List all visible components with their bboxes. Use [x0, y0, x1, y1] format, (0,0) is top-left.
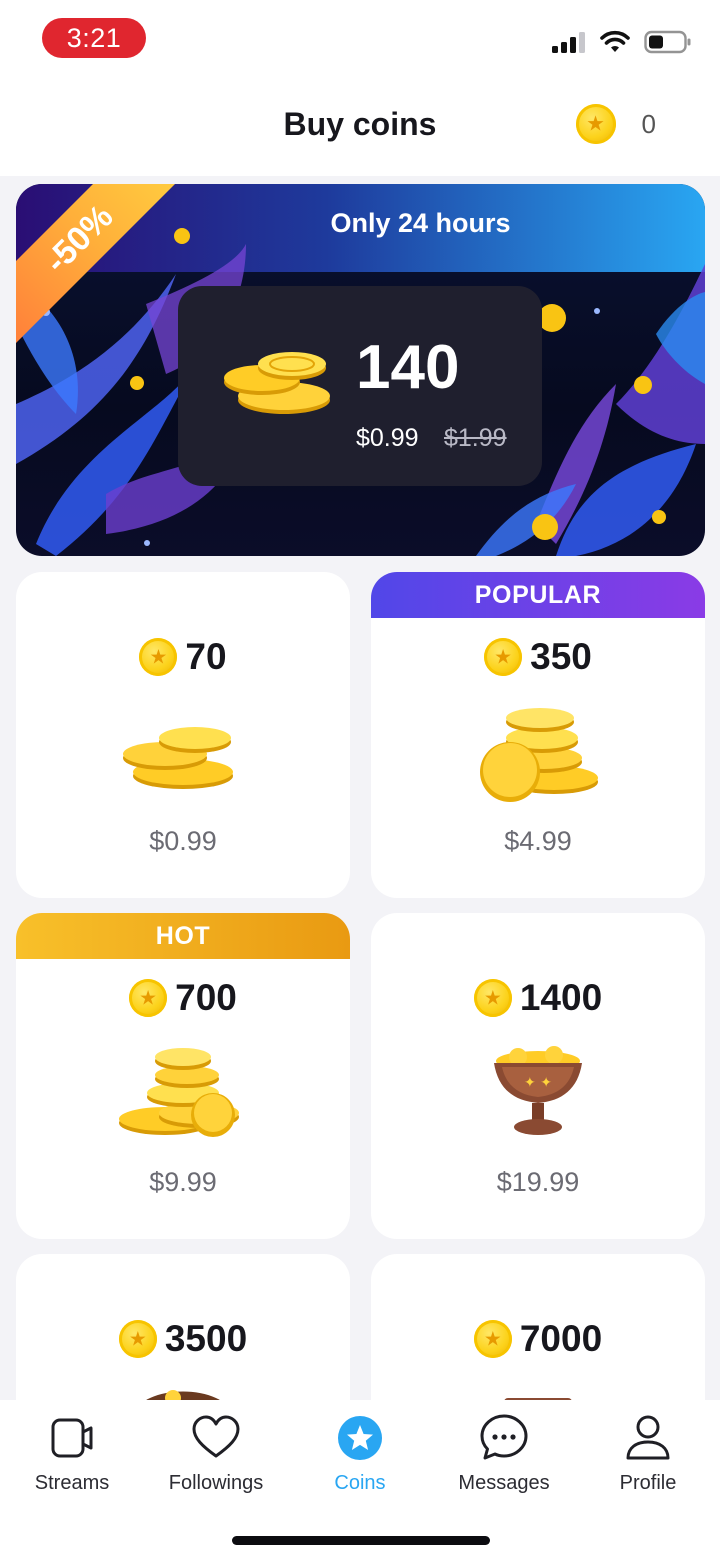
coin-chalice-icon: ✦ ✦	[494, 1046, 582, 1135]
coin-icon	[473, 1320, 512, 1358]
coin-icon	[139, 638, 178, 676]
tab-label: Messages	[458, 1472, 550, 1494]
package-amount: 700	[175, 977, 237, 1018]
coin-package-700[interactable]: HOT 700 $9.99	[16, 913, 350, 1239]
promo-price-panel: 140 $0.99 $1.99	[178, 286, 542, 486]
package-amount: 3500	[164, 1318, 248, 1359]
home-indicator	[232, 1536, 490, 1545]
signal-icon	[552, 32, 585, 53]
package-header: 3500	[16, 1318, 350, 1360]
tab-profile[interactable]: Profile	[576, 1412, 720, 1495]
coin-stack-medium-icon	[480, 708, 598, 802]
package-header: 1400	[371, 977, 705, 1019]
header: Buy coins 0	[0, 80, 720, 176]
tab-label: Followings	[168, 1472, 264, 1494]
sparkle-coin	[538, 304, 566, 332]
svg-text:✦ ✦: ✦ ✦	[524, 1075, 552, 1091]
wifi-icon	[600, 30, 630, 52]
balance-count: 0	[641, 108, 656, 139]
hot-tag: HOT	[16, 913, 350, 959]
camera-icon	[51, 1418, 93, 1458]
package-price: $0.99	[149, 826, 217, 856]
package-amount: 1400	[519, 977, 603, 1018]
person-icon	[626, 1415, 670, 1460]
coin-icon	[473, 979, 512, 1017]
coin-icon	[118, 1320, 157, 1358]
coin-pile-icon	[119, 1048, 239, 1137]
tab-messages[interactable]: Messages	[432, 1412, 576, 1495]
coin-package-1400[interactable]: 1400 ✦ ✦ $19.99	[371, 913, 705, 1239]
tab-streams[interactable]: Streams	[0, 1412, 144, 1495]
package-header: 70	[16, 636, 350, 678]
status-icons	[552, 30, 692, 54]
star-coin-icon	[338, 1416, 382, 1460]
coin-stack-icon	[224, 352, 330, 414]
package-amount: 350	[530, 636, 592, 677]
battery-icon	[644, 30, 691, 54]
coin-icon	[575, 104, 616, 144]
chat-bubble-icon	[480, 1414, 528, 1460]
package-amount: 7000	[519, 1318, 603, 1359]
package-price: $19.99	[496, 1167, 580, 1197]
package-price: $4.99	[504, 826, 572, 856]
sparkle-coin	[652, 510, 666, 524]
heart-icon	[192, 1415, 240, 1458]
coin-package-350[interactable]: POPULAR 350 $4.99	[371, 572, 705, 898]
coin-icon	[129, 979, 168, 1017]
sparkle-dot	[594, 308, 600, 314]
sparkle-coin	[532, 514, 558, 540]
promo-old-price: $1.99	[444, 424, 507, 452]
status-bar: 3:21	[0, 0, 720, 80]
promo-amount: 140	[356, 333, 460, 402]
sparkle-coin	[130, 376, 144, 390]
package-price: $9.99	[149, 1167, 217, 1197]
status-time: 3:21	[42, 18, 146, 58]
coin-balance[interactable]: 0	[575, 104, 656, 144]
tab-followings[interactable]: Followings	[144, 1412, 288, 1495]
popular-tag: POPULAR	[371, 572, 705, 618]
promo-price: $0.99	[356, 424, 419, 452]
package-header: 7000	[371, 1318, 705, 1360]
tab-label: Streams	[34, 1472, 110, 1494]
sparkle-coin	[634, 376, 652, 394]
package-header: 350	[371, 636, 705, 678]
tab-label: Coins	[334, 1472, 386, 1494]
tab-label: Profile	[619, 1472, 677, 1494]
sparkle-dot	[144, 540, 150, 546]
coin-package-70[interactable]: 70 $0.99	[16, 572, 350, 898]
coin-stack-small-icon	[123, 727, 233, 789]
package-header: 700	[16, 977, 350, 1019]
tab-coins[interactable]: Coins	[288, 1412, 432, 1495]
package-amount: 70	[185, 636, 227, 677]
coin-icon	[484, 638, 523, 676]
promo-offer-card[interactable]: Only 24 hours -50% 140 $0.99 $1.99	[16, 184, 705, 556]
